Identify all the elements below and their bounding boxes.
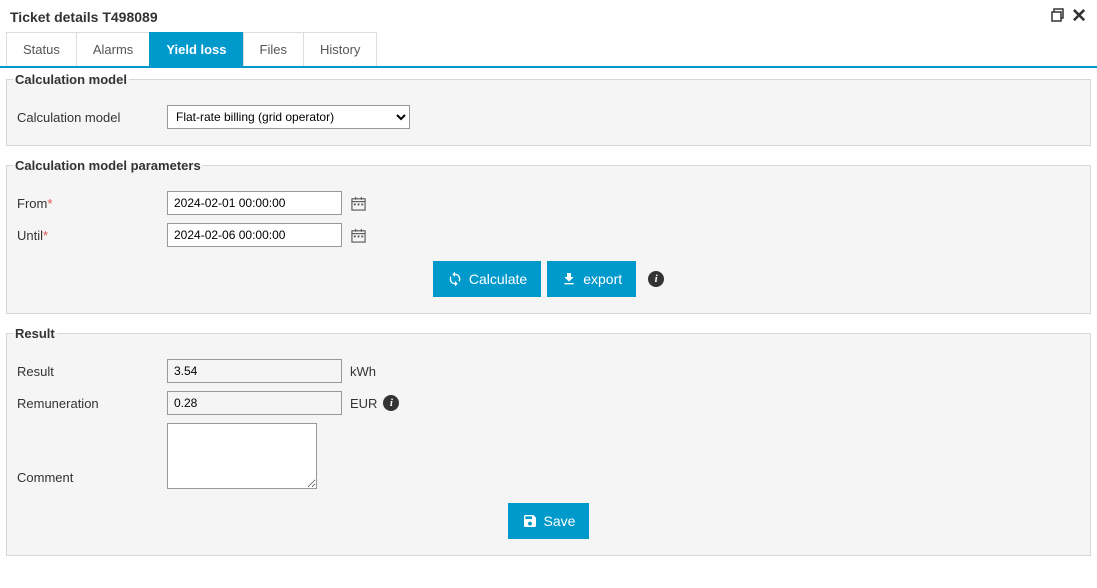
- window-title: Ticket details T498089: [10, 9, 158, 25]
- tab-alarms[interactable]: Alarms: [76, 32, 150, 66]
- from-label: From*: [17, 196, 167, 211]
- result-legend: Result: [13, 326, 57, 341]
- tab-files[interactable]: Files: [243, 32, 304, 66]
- comment-textarea[interactable]: [167, 423, 317, 489]
- tab-yield-loss[interactable]: Yield loss: [149, 32, 243, 66]
- result-label: Result: [17, 364, 167, 379]
- result-value-input: [167, 359, 342, 383]
- until-input[interactable]: [167, 223, 342, 247]
- calendar-icon[interactable]: [350, 227, 366, 243]
- calculate-button[interactable]: Calculate: [433, 261, 541, 297]
- download-icon: [561, 271, 577, 287]
- save-icon: [522, 513, 538, 529]
- calculation-model-label: Calculation model: [17, 110, 167, 125]
- remuneration-value-input: [167, 391, 342, 415]
- from-input[interactable]: [167, 191, 342, 215]
- comment-label: Comment: [17, 470, 167, 489]
- refresh-icon: [447, 271, 463, 287]
- window-controls: ✕: [1051, 8, 1087, 26]
- info-icon[interactable]: i: [648, 271, 664, 287]
- window-header: Ticket details T498089 ✕: [0, 0, 1097, 32]
- until-label: Until*: [17, 228, 167, 243]
- calculation-model-legend: Calculation model: [13, 72, 129, 87]
- save-button[interactable]: Save: [508, 503, 590, 539]
- parameters-section: Calculation model parameters From* Until…: [6, 158, 1091, 314]
- remuneration-unit: EUR: [350, 396, 377, 411]
- export-button[interactable]: export: [547, 261, 636, 297]
- content: Calculation model Calculation model Flat…: [0, 68, 1097, 588]
- info-icon[interactable]: i: [383, 395, 399, 411]
- result-unit: kWh: [350, 364, 376, 379]
- tab-status[interactable]: Status: [6, 32, 77, 66]
- tab-history[interactable]: History: [303, 32, 377, 66]
- close-icon[interactable]: ✕: [1071, 10, 1087, 24]
- calculation-model-select[interactable]: Flat-rate billing (grid operator): [167, 105, 410, 129]
- calendar-icon[interactable]: [350, 195, 366, 211]
- result-section: Result Result kWh Remuneration EUR i Com…: [6, 326, 1091, 556]
- parameters-legend: Calculation model parameters: [13, 158, 203, 173]
- calculation-model-section: Calculation model Calculation model Flat…: [6, 72, 1091, 146]
- restore-icon[interactable]: [1051, 8, 1065, 26]
- tab-bar: Status Alarms Yield loss Files History: [0, 32, 1097, 68]
- remuneration-label: Remuneration: [17, 396, 167, 411]
